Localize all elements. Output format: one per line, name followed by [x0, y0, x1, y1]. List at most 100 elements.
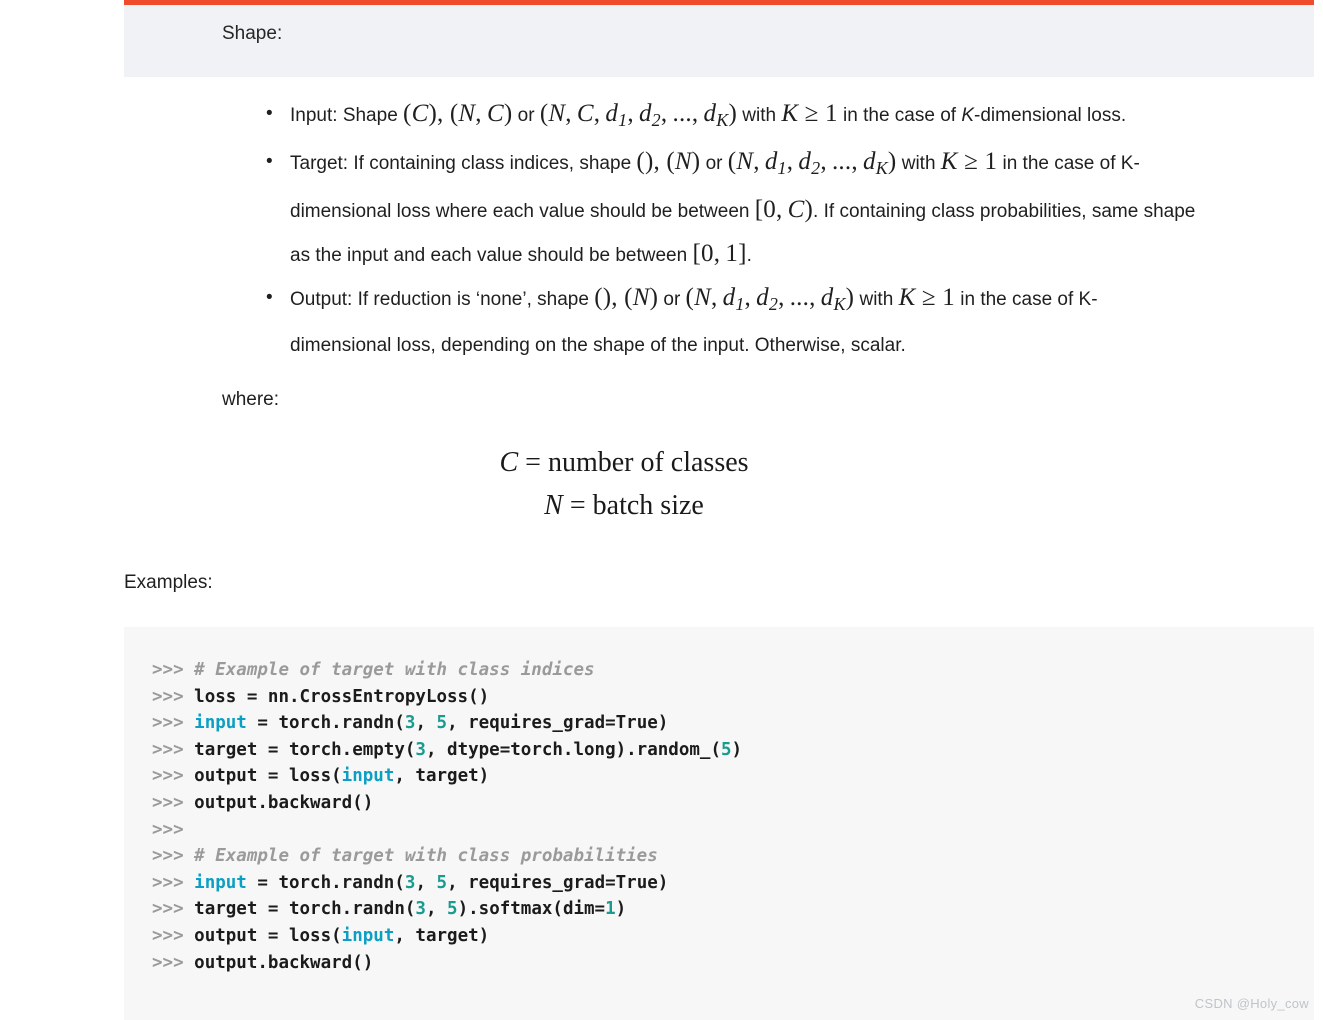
math-comma-2: ,	[653, 148, 667, 176]
code-token-plain: )	[731, 739, 743, 760]
code-token-num: 5	[436, 872, 448, 893]
code-token-plain: , target)	[394, 925, 490, 946]
code-token-plain: = torch.randn(	[246, 713, 405, 734]
code-prompt: >>>	[152, 872, 195, 893]
equation-c-lhs: C	[499, 447, 519, 479]
code-token-plain: , requires_grad=True)	[447, 713, 669, 734]
code-prompt: >>>	[152, 739, 195, 760]
math-k-ge-1-input: K ≥ 1	[781, 100, 838, 127]
code-token-num: 1	[605, 899, 616, 920]
shape-item-target-line2a: dimensional loss where each value should…	[290, 201, 755, 223]
code-token-builtin: input	[341, 925, 395, 946]
shape-bullet-list: Input: Shape (C), (N, C) or (N, C, d1, d…	[124, 93, 1314, 367]
shape-item-input-k: K	[961, 105, 975, 126]
equation-n-rhs: batch size	[592, 490, 704, 522]
math-comma-3: ,	[611, 284, 625, 312]
shape-item-target-line3b: .	[746, 245, 752, 267]
shape-item-target-line2b: . If containing class probabilities, sam…	[813, 201, 1196, 223]
code-prompt: >>>	[152, 766, 195, 787]
math-shape-n-target: (N)	[666, 148, 701, 176]
code-token-plain: = torch.randn(	[246, 872, 405, 893]
math-shape-n-output: (N)	[624, 284, 659, 312]
code-prompt: >>>	[152, 819, 184, 840]
shape-item-input-with: with	[737, 105, 782, 126]
math-interval-01: [0, 1]	[692, 240, 747, 268]
code-token-builtin: input	[194, 713, 247, 734]
shape-item-output-case: in the case of K-	[954, 289, 1098, 311]
code-token-plain: output = loss(	[194, 766, 342, 787]
shape-item-target-line3a: as the input and each value should be be…	[290, 245, 693, 267]
examples-label: Examples:	[124, 572, 213, 593]
math-k-ge-1-output: K ≥ 1	[898, 284, 955, 312]
code-token-comment: # Example of target with class indices	[194, 660, 595, 680]
code-token-plain: loss = nn.CrossEntropyLoss()	[194, 686, 490, 707]
shape-item-input-prefix: Input: Shape	[290, 105, 404, 126]
code-token-plain: target = torch.randn(	[194, 899, 416, 920]
code-token-plain: ,	[415, 713, 437, 734]
code-token-plain: target = torch.empty(	[194, 739, 416, 760]
code-token-plain: output.backward()	[194, 792, 374, 813]
math-shape-nc: (N, C)	[449, 100, 513, 127]
code-prompt: >>>	[152, 899, 195, 920]
where-label: where:	[222, 389, 280, 411]
code-content: >>> # Example of target with class indic…	[152, 657, 1314, 976]
math-interval-0c: [0, C)	[754, 196, 814, 224]
code-example-block[interactable]: >>> # Example of target with class indic…	[124, 627, 1314, 1020]
code-token-num: 5	[447, 899, 458, 920]
code-token-num: 3	[404, 872, 416, 893]
shape-item-output-or: or	[658, 289, 686, 311]
code-token-plain: ,	[425, 899, 448, 920]
shape-item-input-case: in the case of	[837, 105, 962, 126]
equation-n: N = batch size	[124, 484, 1124, 527]
shape-item-target-prefix: Target: If containing class indices, sha…	[290, 153, 637, 175]
math-shape-ncd: (N, C, d1, d2, ..., dK)	[539, 100, 737, 131]
code-token-num: 3	[404, 713, 416, 734]
equation-c-rel: =	[525, 447, 541, 479]
code-token-num: 5	[720, 739, 732, 760]
shape-item-target-or: or	[700, 153, 728, 175]
equation-c-rhs: number of classes	[547, 447, 749, 479]
shape-item-output: Output: If reduction is ‘none’, shape ()…	[262, 277, 1314, 367]
equation-c: C = number of classes	[124, 441, 1124, 484]
watermark-text: CSDN @Holy_cow	[1194, 996, 1309, 1011]
code-prompt: >>>	[152, 952, 195, 973]
shape-item-target-case: in the case of K-	[997, 153, 1140, 175]
code-token-comment: # Example of target with class probabili…	[194, 846, 658, 867]
code-token-num: 3	[415, 899, 426, 920]
code-prompt: >>>	[152, 686, 195, 707]
code-token-plain: output.backward()	[194, 952, 374, 973]
shape-title: Shape:	[222, 23, 283, 44]
code-token-plain: ,	[415, 872, 437, 893]
math-empty-paren-target: ()	[636, 148, 654, 176]
code-token-num: 3	[415, 739, 426, 760]
code-token-builtin: input	[341, 766, 395, 787]
shape-admonition: Shape:	[124, 0, 1314, 77]
equation-n-rel: =	[569, 490, 586, 522]
shape-item-output-prefix: Output: If reduction is ‘none’, shape	[290, 289, 595, 311]
math-empty-paren-output: ()	[594, 284, 612, 312]
equation-n-lhs: N	[544, 490, 563, 522]
code-prompt: >>>	[152, 925, 195, 946]
shape-item-target: Target: If containing class indices, sha…	[262, 141, 1314, 277]
shape-item-input: Input: Shape (C), (N, C) or (N, C, d1, d…	[262, 93, 1314, 141]
shape-item-input-or: or	[512, 105, 540, 126]
shape-item-target-with: with	[896, 153, 941, 175]
math-shape-nd-output: (N, d1, d2, ..., dK)	[685, 284, 855, 315]
code-prompt: >>>	[152, 713, 195, 734]
shape-item-output-line2: dimensional loss, depending on the shape…	[290, 335, 906, 357]
code-token-plain: )	[615, 899, 627, 920]
shape-item-output-with: with	[854, 289, 899, 311]
math-comma-1: ,	[436, 100, 450, 127]
code-prompt: >>>	[152, 660, 195, 680]
shape-item-input-suffix: -dimensional loss.	[974, 105, 1127, 126]
code-prompt: >>>	[152, 792, 195, 813]
code-token-num: 5	[436, 713, 448, 734]
code-prompt: >>>	[152, 846, 195, 867]
code-token-plain: , requires_grad=True)	[447, 872, 669, 893]
equations-block: C = number of classes N = batch size	[124, 441, 1314, 527]
math-shape-nd-target: (N, d1, d2, ..., dK)	[727, 148, 897, 179]
code-token-plain: , target)	[394, 766, 490, 787]
code-token-plain: output = loss(	[194, 925, 342, 946]
code-token-builtin: input	[194, 872, 247, 893]
documentation-page: Shape: Input: Shape (C), (N, C) or (N, C…	[124, 0, 1314, 527]
